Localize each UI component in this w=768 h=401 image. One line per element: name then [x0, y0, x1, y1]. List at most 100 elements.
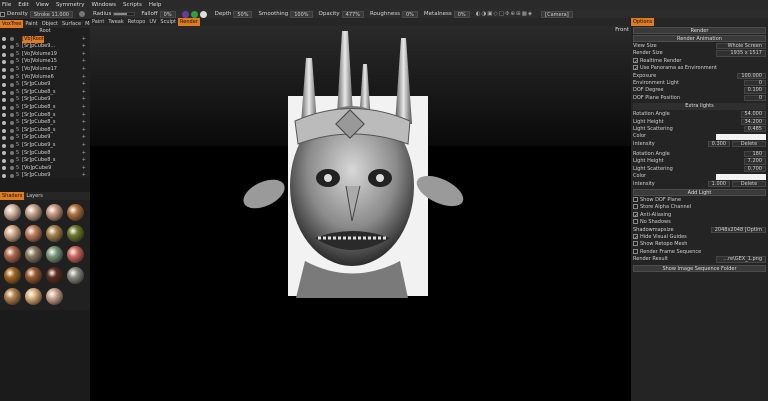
tree-row[interactable]: 5 [Vo]Volume6 + [0, 74, 90, 82]
depth-value[interactable]: 50% [233, 10, 253, 18]
dof-degree-value[interactable]: 0.100 [743, 87, 766, 94]
tree-row[interactable]: 5 [Sr]pCube9_s + [0, 142, 90, 150]
image-sequence-folder-button[interactable]: Show Image Sequence Folder [633, 264, 766, 272]
store-alpha-checkbox[interactable] [633, 204, 638, 210]
shader-swatch[interactable] [4, 204, 21, 221]
tree-row[interactable]: 5 [Vo]Volume15 + [0, 58, 90, 66]
tree-row[interactable]: 5 [Sr]pCube9 + [0, 81, 90, 89]
radius-slider[interactable] [113, 12, 136, 16]
lock-icon[interactable] [10, 158, 14, 163]
show-dof-checkbox[interactable] [633, 197, 638, 203]
shader-swatch[interactable] [25, 267, 42, 284]
no-shadows-checkbox[interactable] [633, 219, 638, 225]
visibility-eye-icon[interactable] [2, 151, 6, 156]
shader-swatch[interactable] [25, 204, 42, 221]
visibility-eye-icon[interactable] [2, 52, 6, 57]
tab-options[interactable]: Options [631, 18, 655, 26]
lock-icon[interactable] [10, 143, 14, 148]
shader-swatch[interactable] [46, 225, 63, 242]
lock-icon[interactable] [10, 90, 14, 95]
toolbar-icons[interactable]: ◐◑▣◇□✣⊕⊞▦◈ [476, 11, 533, 17]
visibility-eye-icon[interactable] [2, 128, 6, 133]
add-icon[interactable]: + [82, 36, 86, 44]
roughness-value[interactable]: 0% [401, 10, 418, 18]
light1-height-value[interactable]: 34.200 [740, 118, 766, 125]
visibility-eye-icon[interactable] [2, 113, 6, 118]
lock-icon[interactable] [10, 44, 14, 49]
tree-row[interactable]: 5 [Sr]pCube8_s + [0, 104, 90, 112]
hide-guides-checkbox[interactable]: ✓ [633, 233, 638, 241]
visibility-eye-icon[interactable] [2, 105, 6, 110]
light2-delete-button[interactable]: Delete [732, 180, 766, 188]
tree-row[interactable]: 5 [Sr]pCube8_s + [0, 89, 90, 97]
lock-icon[interactable] [10, 120, 14, 125]
shadowmap-select[interactable]: 2048x2048 [Optim [710, 226, 766, 233]
menu-windows[interactable]: Windows [91, 2, 116, 8]
lock-icon[interactable] [10, 166, 14, 171]
add-icon[interactable]: + [82, 89, 86, 97]
metalness-value[interactable]: 0% [453, 10, 470, 18]
tab-tweak[interactable]: Tweak [106, 18, 125, 26]
menu-edit[interactable]: Edit [18, 2, 29, 8]
shader-swatch[interactable] [25, 225, 42, 242]
add-icon[interactable]: + [82, 165, 86, 173]
add-icon[interactable]: + [82, 142, 86, 150]
lock-icon[interactable] [10, 151, 14, 156]
visibility-eye-icon[interactable] [2, 158, 6, 163]
lock-icon[interactable] [10, 82, 14, 87]
add-icon[interactable]: + [82, 58, 86, 66]
env-light-value[interactable]: 0 [744, 79, 766, 87]
tree-row[interactable]: 5 [Sr]pCube8_s + [0, 157, 90, 165]
tree-row[interactable]: 5 [Vo]pCube9 + [0, 165, 90, 173]
density-checkbox[interactable] [0, 11, 5, 17]
menu-view[interactable]: View [36, 2, 49, 8]
light2-scatter-value[interactable]: 0.700 [743, 165, 766, 173]
tree-row[interactable]: 5 [Sr]pCube9... + [0, 43, 90, 51]
shader-swatch[interactable] [46, 246, 63, 263]
lock-icon[interactable] [10, 60, 14, 65]
visibility-eye-icon[interactable] [2, 60, 6, 65]
tab-render[interactable]: Render [178, 18, 200, 26]
frame-seq-checkbox[interactable] [633, 248, 638, 254]
tree-row[interactable]: [Vb]Root + [0, 35, 90, 44]
add-icon[interactable]: + [82, 66, 86, 74]
visibility-eye-icon[interactable] [2, 44, 6, 49]
white-material-icon[interactable] [199, 10, 207, 18]
tree-row[interactable]: 5 [Sr]pCube9 + [0, 172, 90, 178]
view-size-select[interactable]: Whole Screen [716, 43, 766, 50]
tree-row[interactable]: 5 [Sr]pCube9 + [0, 96, 90, 104]
light2-rotation-value[interactable]: 180 [744, 151, 766, 158]
exposure-value[interactable]: 100.000 [737, 72, 766, 79]
lock-icon[interactable] [10, 174, 14, 178]
add-icon[interactable]: + [82, 134, 86, 142]
lock-icon[interactable] [10, 136, 14, 141]
add-icon[interactable]: + [82, 96, 86, 104]
tab-shaders[interactable]: Shaders [0, 192, 25, 200]
shader-swatch[interactable] [46, 267, 63, 284]
light1-rotation-value[interactable]: 54.000 [740, 111, 766, 118]
anti-alias-checkbox[interactable]: ✓ [633, 211, 638, 219]
light1-delete-button[interactable]: Delete [732, 140, 766, 148]
lock-icon[interactable] [10, 52, 14, 57]
camera-select[interactable]: [Camera] [541, 10, 573, 18]
add-icon[interactable]: + [82, 127, 86, 135]
menu-scripts[interactable]: Scripts [123, 2, 142, 8]
shader-swatch[interactable] [25, 288, 42, 305]
visibility-eye-icon[interactable] [2, 136, 6, 141]
shader-swatch[interactable] [4, 225, 21, 242]
lock-icon[interactable] [10, 113, 14, 118]
shader-swatch[interactable] [4, 288, 21, 305]
tab-sculpt[interactable]: Sculpt [158, 18, 178, 26]
density-value[interactable]: Stroke 11.000 [29, 10, 73, 18]
visibility-eye-icon[interactable] [2, 174, 6, 178]
tree-row[interactable]: 5 [Sr]pCube8_s + [0, 127, 90, 135]
add-icon[interactable]: + [82, 74, 86, 82]
panorama-checkbox[interactable]: ✓ [633, 65, 638, 72]
lock-icon[interactable] [10, 67, 14, 72]
dof-plane-value[interactable]: 0 [744, 94, 766, 102]
tree-row[interactable]: 5 [Sr]pCube9 + [0, 134, 90, 142]
menu-symmetry[interactable]: Symmetry [56, 2, 85, 8]
lock-icon[interactable] [10, 75, 14, 80]
add-icon[interactable]: + [82, 104, 86, 112]
lock-icon[interactable] [10, 37, 14, 42]
